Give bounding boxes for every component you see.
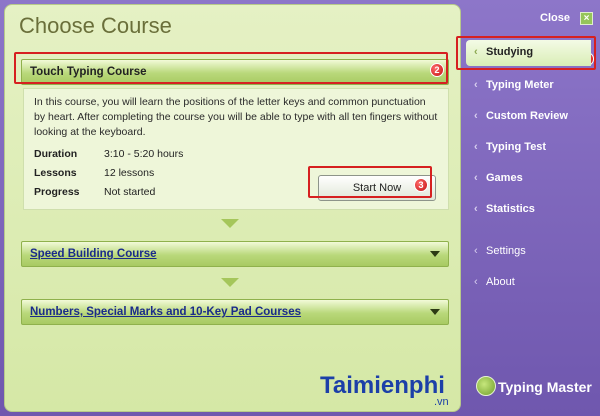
expand-arrow-icon[interactable] [430, 309, 440, 315]
page-title: Choose Course [19, 13, 172, 38]
watermark-text: Taimienphi [320, 372, 445, 399]
lessons-label: Lessons [34, 167, 77, 179]
sidebar-item-label: Typing Meter [486, 79, 554, 91]
sidebar-item-custom-review[interactable]: ‹ Custom Review [466, 107, 591, 127]
sidebar-item-statistics[interactable]: ‹ Statistics [466, 200, 591, 220]
sidebar-item-typing-test[interactable]: ‹ Typing Test [466, 138, 591, 158]
step-badge-2: 2 [430, 63, 444, 77]
chevron-left-icon: ‹ [474, 172, 478, 184]
course-description: In this course, you will learn the posit… [34, 96, 438, 138]
sidebar-item-label: Studying [486, 46, 534, 58]
chevron-left-icon: ‹ [474, 203, 478, 215]
chevron-down-icon [221, 278, 239, 287]
course-title: Speed Building Course [30, 248, 157, 260]
app-window: Choose Course Touch Typing Course In thi… [0, 0, 600, 416]
close-icon[interactable]: × [580, 12, 593, 25]
sidebar-item-label: Typing Test [486, 141, 547, 153]
sidebar-item-games[interactable]: ‹ Games [466, 169, 591, 189]
watermark-suffix: .vn [434, 396, 449, 408]
chevron-left-icon: ‹ [474, 46, 478, 58]
sidebar-item-label: About [486, 276, 515, 288]
chevron-left-icon: ‹ [474, 79, 478, 91]
highlight-course-header [14, 52, 448, 84]
course-header-numbers[interactable]: Numbers, Special Marks and 10-Key Pad Co… [21, 299, 449, 325]
expand-arrow-icon[interactable] [430, 251, 440, 257]
typing-master-logo-icon [476, 376, 496, 396]
sidebar-item-settings[interactable]: ‹ Settings [466, 242, 591, 262]
course-header-speed-building[interactable]: Speed Building Course [21, 241, 449, 267]
sidebar-item-studying[interactable]: ‹ Studying [466, 40, 591, 66]
sidebar-item-typing-meter[interactable]: ‹ Typing Meter [466, 76, 591, 96]
duration-label: Duration [34, 148, 78, 160]
sidebar-item-label: Settings [486, 245, 526, 257]
chevron-left-icon: ‹ [474, 245, 478, 257]
product-name: Typing Master [498, 379, 592, 395]
lessons-value: 12 lessons [104, 167, 155, 179]
step-badge-3: 3 [414, 178, 428, 192]
close-button[interactable]: Close [540, 12, 570, 26]
chevron-left-icon: ‹ [474, 141, 478, 153]
course-title: Numbers, Special Marks and 10-Key Pad Co… [30, 306, 301, 318]
sidebar-item-label: Games [486, 172, 523, 184]
sidebar-item-label: Custom Review [486, 110, 568, 122]
sidebar-item-label: Statistics [486, 203, 535, 215]
chevron-left-icon: ‹ [474, 276, 478, 288]
progress-value: Not started [104, 186, 156, 198]
duration-value: 3:10 - 5:20 hours [104, 148, 184, 160]
sidebar-item-about[interactable]: ‹ About [466, 273, 591, 293]
chevron-down-icon [221, 219, 239, 228]
progress-label: Progress [34, 186, 80, 198]
chevron-left-icon: ‹ [474, 110, 478, 122]
